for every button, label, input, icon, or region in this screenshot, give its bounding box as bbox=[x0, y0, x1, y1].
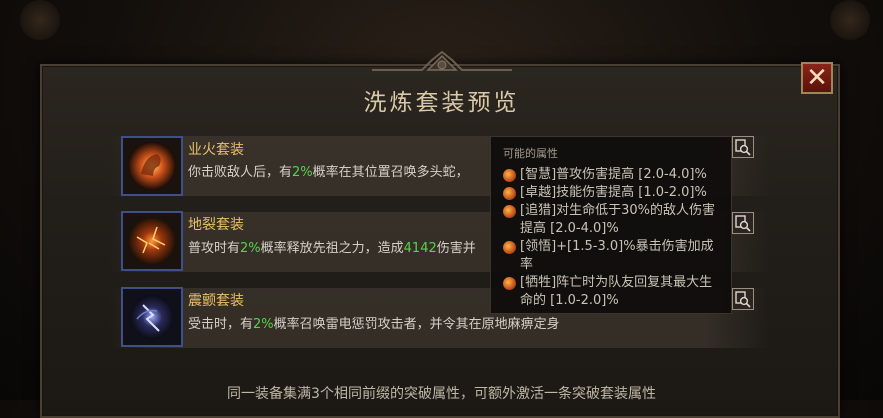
desc-chance: 2% bbox=[253, 317, 274, 332]
tooltip-header: 可能的属性 bbox=[503, 147, 558, 160]
tooltip-attribute: [牺牲]阵亡时为队友回复其最大生命的 [1.0-2.0]% bbox=[503, 274, 725, 310]
attribute-text: [领悟]+[1.5-3.0]%暴击伤害加成率 bbox=[520, 239, 714, 272]
desc-text: 受击时，有 bbox=[188, 317, 254, 332]
magnifier-icon bbox=[735, 215, 751, 232]
attribute-bullet-icon bbox=[503, 169, 516, 182]
close-icon: ✕ bbox=[806, 63, 828, 93]
desc-chance: 2% bbox=[240, 241, 261, 256]
attribute-tooltip: 可能的属性 [智慧]普攻伤害提高 [2.0-4.0]% [卓越]技能伤害提高 [… bbox=[490, 136, 732, 314]
close-button[interactable]: ✕ bbox=[801, 62, 833, 94]
tooltip-attribute: [卓越]技能伤害提高 [1.0-2.0]% bbox=[503, 184, 725, 202]
set-name: 震颤套装 bbox=[188, 293, 244, 309]
set-name: 地裂套装 bbox=[188, 217, 244, 233]
set-description: 普攻时有2%概率释放先祖之力，造成4142伤害并 bbox=[188, 237, 476, 256]
preview-button[interactable] bbox=[732, 212, 754, 234]
background-light bbox=[20, 0, 60, 40]
background-light bbox=[830, 0, 870, 40]
magnifier-icon bbox=[735, 291, 751, 308]
set-icon-thunder bbox=[121, 287, 183, 347]
attribute-text: [智慧]普攻伤害提高 [2.0-4.0]% bbox=[520, 167, 707, 182]
attribute-bullet-icon bbox=[503, 277, 516, 290]
set-name: 业火套装 bbox=[188, 142, 244, 158]
set-icon-earth bbox=[121, 211, 183, 271]
desc-text: 伤害并 bbox=[436, 241, 476, 256]
attribute-bullet-icon bbox=[503, 187, 516, 200]
attribute-text: [牺牲]阵亡时为队友回复其最大生命的 [1.0-2.0]% bbox=[520, 275, 713, 308]
lightning-orb-icon bbox=[123, 289, 181, 345]
magnifier-icon bbox=[735, 139, 751, 156]
desc-text: 概率释放先祖之力，造成 bbox=[260, 241, 404, 256]
desc-text: 你击败敌人后，有 bbox=[188, 165, 293, 180]
ornament-icon bbox=[372, 50, 512, 71]
desc-text: 普攻时有 bbox=[188, 241, 241, 256]
dialog-title: 洗炼套装预览 bbox=[363, 90, 520, 116]
desc-value: 4142 bbox=[403, 241, 437, 256]
attribute-bullet-icon bbox=[503, 205, 516, 218]
set-icon-fire bbox=[121, 136, 183, 196]
desc-text: 概率召唤雷电惩罚攻击者，并令其在原地麻痹定身 bbox=[273, 317, 560, 332]
preview-button[interactable] bbox=[732, 288, 754, 310]
tooltip-attribute: [追猎]对生命低于30%的敌人伤害提高 [2.0-4.0]% bbox=[503, 202, 725, 238]
lava-rock-icon bbox=[123, 213, 181, 269]
tooltip-attribute: [智慧]普攻伤害提高 [2.0-4.0]% bbox=[503, 166, 725, 184]
preview-button[interactable] bbox=[732, 136, 754, 158]
fire-dragon-icon bbox=[123, 138, 181, 194]
footer-hint: 同一装备集满3个相同前缀的突破属性，可额外激活一条突破套装属性 bbox=[227, 386, 656, 402]
desc-text: 概率在其位置召唤多头蛇， bbox=[312, 165, 469, 180]
attribute-text: [追猎]对生命低于30%的敌人伤害提高 [2.0-4.0]% bbox=[520, 203, 716, 236]
set-description: 你击败敌人后，有2%概率在其位置召唤多头蛇， bbox=[188, 161, 469, 180]
attribute-bullet-icon bbox=[503, 241, 516, 254]
attribute-text: [卓越]技能伤害提高 [1.0-2.0]% bbox=[520, 185, 707, 200]
tooltip-attribute: [领悟]+[1.5-3.0]%暴击伤害加成率 bbox=[503, 238, 725, 274]
desc-chance: 2% bbox=[292, 165, 313, 180]
set-description: 受击时，有2%概率召唤雷电惩罚攻击者，并令其在原地麻痹定身 bbox=[188, 313, 560, 332]
